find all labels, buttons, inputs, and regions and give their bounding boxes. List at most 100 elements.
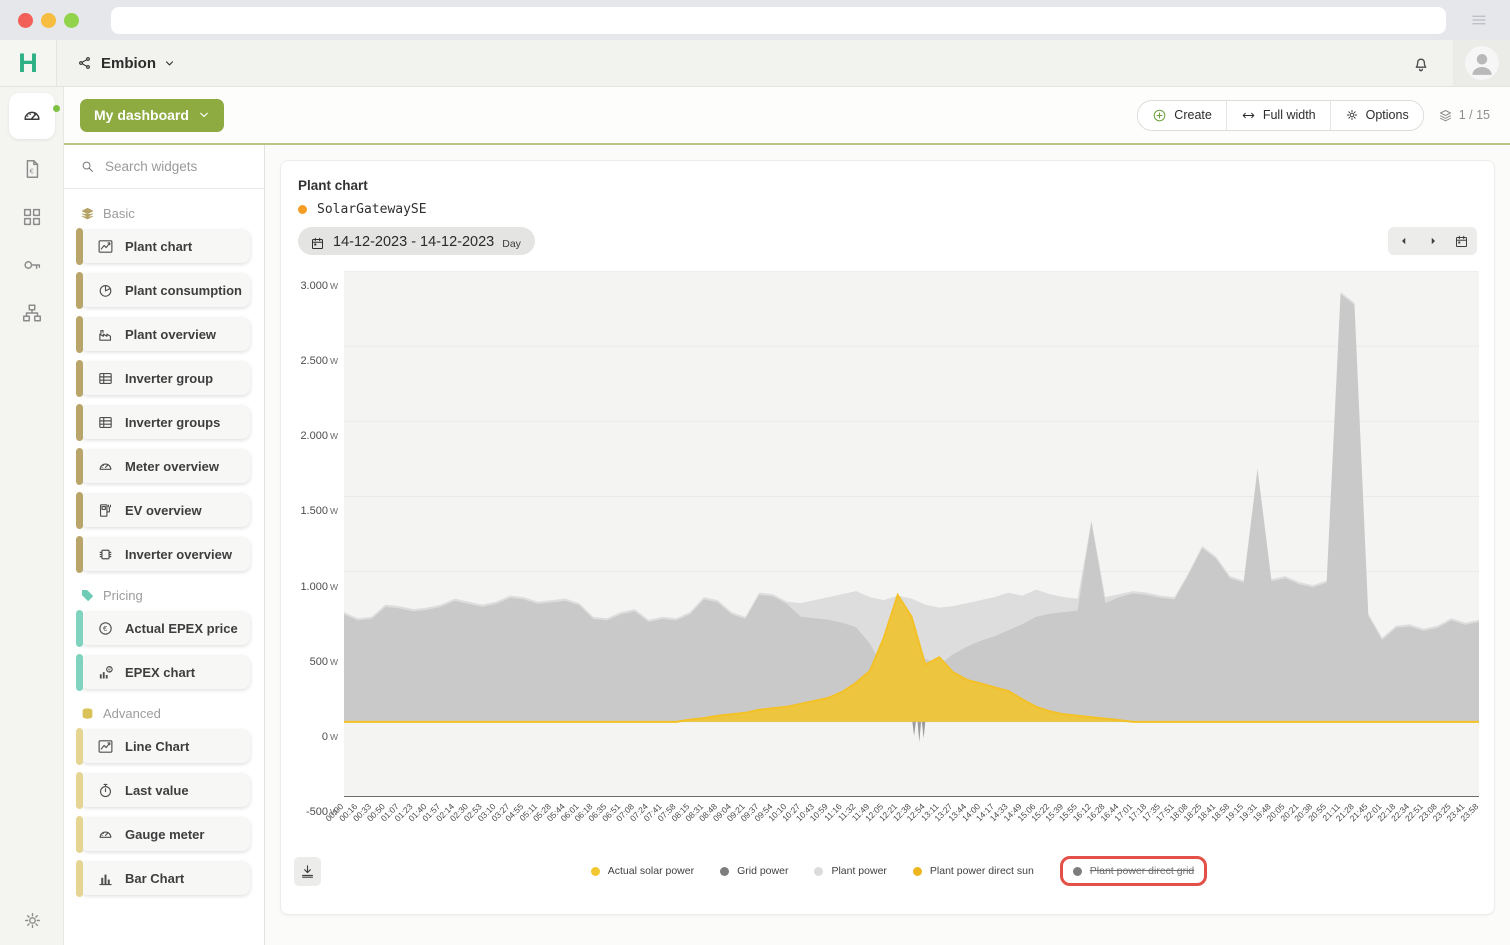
widget-card-label: Last value — [125, 783, 189, 798]
widget-card-actual-epex-price[interactable]: €Actual EPEX price — [80, 612, 250, 645]
legend-item-plant-power[interactable]: Plant power — [814, 865, 886, 877]
create-button[interactable]: Create — [1138, 101, 1227, 130]
widget-card-inverter-groups[interactable]: Inverter groups — [80, 406, 250, 439]
widget-card-label: Inverter overview — [125, 547, 232, 562]
org-network-icon — [77, 55, 93, 71]
chart-footer: Actual solar power Grid power Plant power P… — [298, 849, 1477, 893]
chart-plot-area[interactable]: 00:0000:1600:3300:5001:0701:2301:4001:57… — [344, 271, 1479, 843]
next-period-button[interactable] — [1420, 230, 1445, 252]
card-accent — [76, 360, 83, 397]
svg-text:€: € — [30, 167, 34, 176]
dashboard-selector-button[interactable]: My dashboard — [80, 99, 224, 132]
card-accent — [76, 860, 83, 897]
legend-label: Plant power direct grid — [1090, 865, 1194, 877]
legend-dot — [591, 867, 600, 876]
coins-icon — [80, 706, 95, 721]
widget-card-bar-chart[interactable]: Bar Chart — [80, 862, 250, 895]
sidebar-item-billing[interactable]: € — [0, 145, 64, 193]
sidebar-item-settings[interactable] — [22, 910, 43, 931]
widget-card-inverter-overview[interactable]: Inverter overview — [80, 538, 250, 571]
widget-card-label: Meter overview — [125, 459, 219, 474]
dashboard-header: My dashboard Create Full width O — [64, 87, 1510, 145]
sidebar-item-access-keys[interactable] — [0, 241, 64, 289]
widget-card-label: Inverter groups — [125, 415, 220, 430]
widget-card-label: Plant consumption — [125, 283, 242, 298]
options-button[interactable]: Options — [1331, 101, 1423, 130]
chart-svg — [344, 271, 1479, 797]
legend-label: Actual solar power — [608, 865, 694, 877]
legend-item-plant-power-direct-sun[interactable]: Plant power direct sun — [913, 865, 1034, 877]
legend-item-grid-power[interactable]: Grid power — [720, 865, 788, 877]
widget-card-epex-chart[interactable]: €EPEX chart — [80, 656, 250, 689]
widget-card-plant-overview[interactable]: Plant overview — [80, 318, 250, 351]
widget-card-plant-chart[interactable]: Plant chart — [80, 230, 250, 263]
card-accent — [76, 728, 83, 765]
sidebar-item-widgets[interactable] — [0, 193, 64, 241]
legend-item-actual-solar-power[interactable]: Actual solar power — [591, 865, 694, 877]
date-range-picker[interactable]: 14-12-2023 - 14-12-2023 Day — [298, 227, 535, 255]
calendar-button[interactable] — [1449, 230, 1474, 252]
legend-label: Grid power — [737, 865, 788, 877]
widget-card-meter-overview[interactable]: Meter overview — [80, 450, 250, 483]
full-width-button[interactable]: Full width — [1227, 101, 1331, 130]
dashboard-title: My dashboard — [94, 107, 189, 123]
sidebar-item-dashboard[interactable] — [0, 87, 64, 145]
header-actions: Create Full width Options — [1137, 100, 1423, 131]
widget-card-inverter-group[interactable]: Inverter group — [80, 362, 250, 395]
widget-card-label: Bar Chart — [125, 871, 184, 886]
legend-item-plant-power-direct-grid[interactable]: Plant power direct grid — [1073, 865, 1194, 877]
address-bar[interactable] — [111, 7, 1446, 34]
stopwatch-icon — [97, 782, 114, 799]
search-input[interactable] — [105, 159, 235, 174]
download-button[interactable] — [294, 857, 321, 886]
widget-card-label: Line Chart — [125, 739, 189, 754]
sidebar-rail: € — [0, 87, 64, 945]
line-chart-icon — [97, 738, 114, 755]
coin-euro-icon: € — [97, 620, 114, 637]
calendar-icon — [310, 236, 325, 251]
device-row: SolarGatewaySE — [298, 202, 1477, 217]
svg-text:€: € — [103, 624, 108, 633]
y-tick-label: 0W — [292, 731, 338, 743]
notifications-bell-icon[interactable] — [1411, 53, 1431, 73]
widget-card-ev-overview[interactable]: EV overview — [80, 494, 250, 527]
widget-card-gauge-meter[interactable]: Gauge meter — [80, 818, 250, 851]
browser-menu-icon[interactable] — [1470, 11, 1492, 29]
avatar — [1465, 46, 1499, 80]
active-indicator-dot — [53, 105, 60, 112]
y-tick-label: 2.000W — [292, 430, 338, 442]
app-logo[interactable]: H — [0, 40, 57, 86]
table-icon — [97, 370, 114, 387]
dashboard-page-indicator: 1 / 15 — [1438, 108, 1490, 123]
window-minimize-button[interactable] — [41, 13, 56, 28]
invoice-icon: € — [21, 158, 43, 180]
widget-card-label: Gauge meter — [125, 827, 204, 842]
card-accent — [76, 492, 83, 529]
x-axis-labels: 00:0000:1600:3300:5001:0701:2301:4001:57… — [344, 797, 1479, 843]
card-accent — [76, 816, 83, 853]
user-menu[interactable] — [1453, 40, 1510, 86]
plant-chart-widget: Plant chart SolarGatewaySE 14-12-2023 - … — [280, 160, 1495, 915]
widget-card-label: Plant overview — [125, 327, 216, 342]
card-accent — [76, 654, 83, 691]
section-header-pricing: Pricing — [80, 588, 264, 603]
screen: H Embion € My dashboard — [0, 0, 1510, 945]
line-chart-icon — [97, 238, 114, 255]
legend-dot — [814, 867, 823, 876]
sidebar-item-structure[interactable] — [0, 289, 64, 337]
chevron-down-icon — [198, 109, 210, 121]
prev-period-button[interactable] — [1391, 230, 1416, 252]
widget-card-line-chart[interactable]: Line Chart — [80, 730, 250, 763]
layers-icon — [80, 206, 95, 221]
plus-circle-icon — [1152, 108, 1167, 123]
ev-charger-icon — [97, 502, 114, 519]
org-selector[interactable]: Embion — [57, 40, 175, 86]
window-maximize-button[interactable] — [64, 13, 79, 28]
widget-card-last-value[interactable]: Last value — [80, 774, 250, 807]
widget-card-plant-consumption[interactable]: Plant consumption — [80, 274, 250, 307]
section-label: Advanced — [103, 706, 161, 721]
org-name: Embion — [101, 55, 156, 72]
widget-search — [64, 145, 264, 189]
window-close-button[interactable] — [18, 13, 33, 28]
bar-chart-icon — [97, 870, 114, 887]
